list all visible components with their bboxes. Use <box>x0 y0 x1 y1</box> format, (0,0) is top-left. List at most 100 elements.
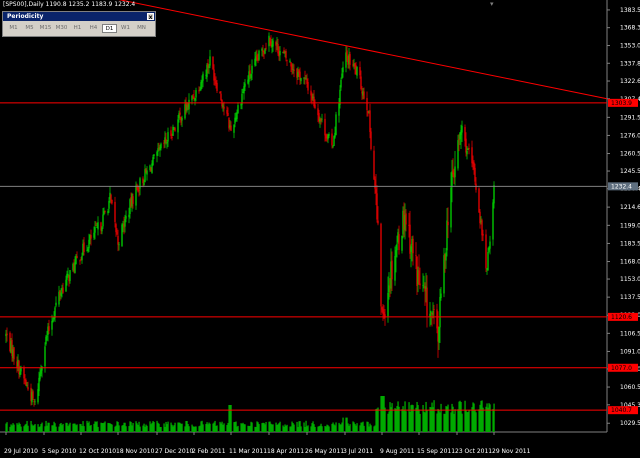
candle-body <box>356 66 358 76</box>
candle-body <box>124 218 126 227</box>
period-button-h4[interactable]: H4 <box>86 24 101 33</box>
candle-body <box>153 154 155 156</box>
period-button-m5[interactable]: M5 <box>22 24 37 33</box>
candle-body <box>179 112 181 115</box>
candle-body <box>340 79 342 88</box>
candle-body <box>181 117 183 121</box>
y-tick-label: 1337.8 <box>620 60 640 67</box>
candle-body <box>465 138 467 153</box>
candle-body <box>214 78 216 81</box>
candle-body <box>419 283 421 286</box>
candle-body <box>38 377 40 392</box>
volume-bar <box>272 424 274 432</box>
periodicity-buttons: M1 M5 M15 M30 H1 H4 D1 W1 MN <box>3 21 155 33</box>
period-button-m1[interactable]: M1 <box>6 24 21 33</box>
volume-bar <box>160 426 162 432</box>
candle-body <box>128 214 130 218</box>
candle-body <box>138 189 140 191</box>
candle-body <box>90 235 92 239</box>
candle-body <box>135 185 137 206</box>
candle-body <box>121 224 123 247</box>
candle-body <box>291 64 293 70</box>
volume-bar <box>237 425 239 432</box>
volume-bar <box>251 422 253 432</box>
volume-bar <box>139 426 141 432</box>
volume-bar <box>188 426 190 432</box>
candle-body <box>167 132 169 142</box>
current-price-label: 1232.4 <box>611 183 632 190</box>
volume-bar <box>447 404 449 432</box>
volume-bar <box>195 426 197 432</box>
candle-body <box>447 221 449 226</box>
candle-body <box>26 385 28 386</box>
volume-bar <box>461 413 463 432</box>
candle-body <box>388 285 390 293</box>
period-button-h1[interactable]: H1 <box>70 24 85 33</box>
volume-bar <box>216 425 218 432</box>
level-price-label: 1077.0 <box>611 365 632 372</box>
candle-body <box>433 308 435 310</box>
volume-bar <box>489 404 491 432</box>
candle-body <box>450 187 452 228</box>
candle-body <box>285 50 287 59</box>
x-tick-label: 5 Sep 2010 <box>42 448 76 455</box>
volume-bar <box>146 425 148 432</box>
period-button-w1[interactable]: W1 <box>118 24 133 33</box>
candle-body <box>359 67 361 76</box>
volume-bar <box>307 425 309 432</box>
candle-body <box>125 216 127 219</box>
candle-body <box>13 347 15 360</box>
period-button-m15[interactable]: M15 <box>38 24 53 33</box>
candle-body <box>439 297 441 328</box>
candle-body <box>6 333 8 336</box>
candle-body <box>19 371 21 376</box>
candle-body <box>23 367 25 379</box>
candle-body <box>422 285 424 287</box>
candle-body <box>243 86 245 94</box>
period-button-m30[interactable]: M30 <box>54 24 69 33</box>
y-tick-label: 1091.0 <box>620 348 640 355</box>
volume-bar <box>76 424 78 432</box>
candle-body <box>314 104 316 109</box>
volume-bar <box>412 405 414 432</box>
close-icon[interactable]: x <box>147 13 154 21</box>
candle-body <box>79 260 81 262</box>
period-button-d1[interactable]: D1 <box>102 24 117 33</box>
chevron-down-icon[interactable]: ▾ <box>490 0 494 8</box>
candle-body <box>132 196 134 204</box>
candle-body <box>81 255 83 261</box>
period-button-mn[interactable]: MN <box>134 24 149 33</box>
candle-body <box>410 246 412 252</box>
candle-body <box>114 201 116 222</box>
volume-bar <box>62 423 64 432</box>
candle-body <box>76 256 78 259</box>
candle-body <box>331 133 333 146</box>
candle-body <box>369 110 371 133</box>
candle-body <box>230 125 232 131</box>
volume-bar <box>377 407 379 432</box>
volume-bar <box>475 412 477 432</box>
candle-body <box>157 148 159 152</box>
volume-bar <box>384 407 386 432</box>
volume-bar <box>349 424 351 432</box>
candle-body <box>143 182 145 185</box>
candle-body <box>199 89 201 91</box>
candle-body <box>374 179 376 189</box>
candle-body <box>46 336 48 338</box>
volume-bar <box>153 422 155 432</box>
candle-body <box>146 170 148 175</box>
candle-body <box>156 151 158 156</box>
candle-body <box>236 112 238 119</box>
candle-body <box>220 93 222 100</box>
volume-bar <box>244 424 246 432</box>
price-chart: 1383.51368.31353.01337.81322.61307.41291… <box>0 0 640 455</box>
candle-body <box>208 66 210 68</box>
volume-bar <box>370 425 372 432</box>
volume-bar <box>55 426 57 432</box>
periodicity-header[interactable]: Periodicity x <box>3 12 155 21</box>
candle-body <box>177 119 179 133</box>
candle-body <box>110 194 112 201</box>
candle-body <box>458 139 460 141</box>
y-tick-label: 1183.5 <box>620 240 640 247</box>
candle-body <box>307 82 309 91</box>
